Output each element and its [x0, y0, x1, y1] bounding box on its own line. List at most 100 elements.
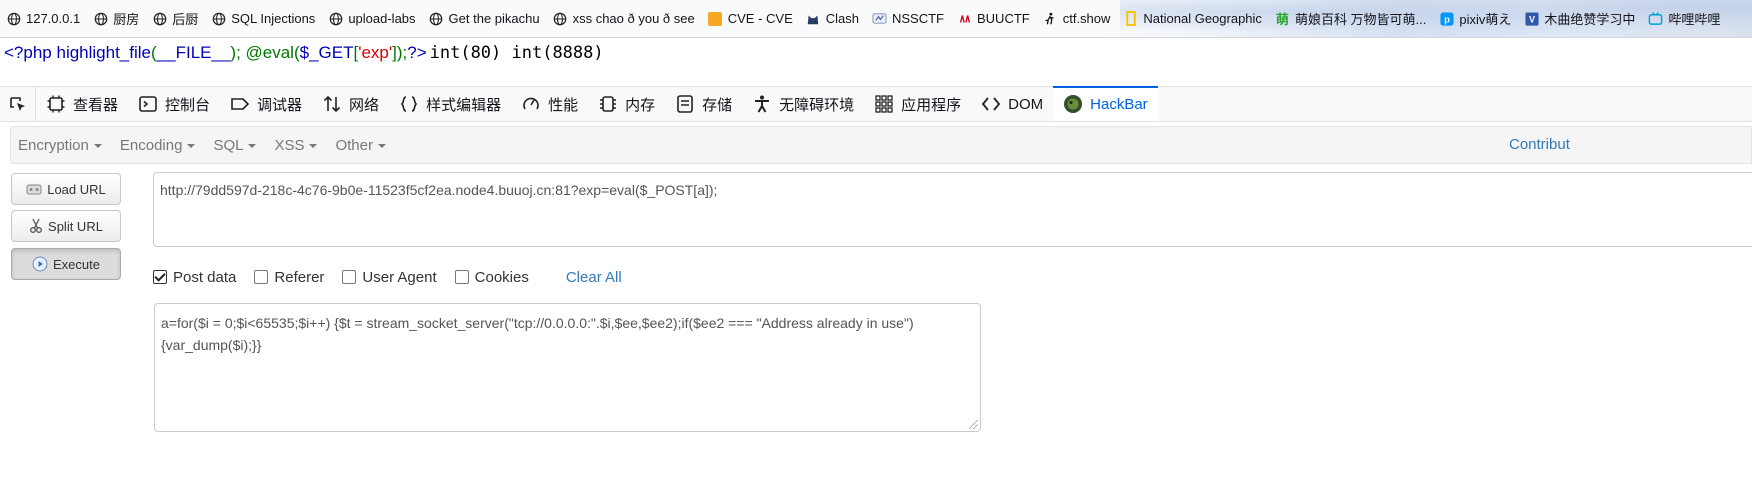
tab-debugger[interactable]: 调试器	[220, 87, 312, 121]
storage-icon	[677, 95, 693, 113]
bookmark-label: CVE - CVE	[727, 11, 793, 26]
php-get-variable: $_GET	[299, 43, 354, 62]
bookmark-pikachu[interactable]: Get the pikachu	[429, 7, 540, 31]
tab-dom[interactable]: DOM	[971, 87, 1053, 121]
bookmark-label: BUUCTF	[977, 11, 1030, 26]
tab-storage[interactable]: 存储	[665, 87, 742, 121]
option-label: Cookies	[474, 268, 529, 286]
post-data-value: a=for($i = 0;$i<65535;$i++) {$t = stream…	[161, 315, 914, 353]
menu-label: XSS	[274, 136, 305, 154]
button-label: Execute	[53, 256, 100, 272]
option-cookies[interactable]: Cookies	[454, 268, 529, 286]
bookmark-label: 萌娘百科 万物皆可萌...	[1294, 12, 1427, 27]
caret-down-icon	[309, 144, 318, 148]
referer-checkbox[interactable]	[254, 270, 269, 284]
bookmark-study[interactable]: V 木曲绝赞学习中	[1524, 7, 1635, 31]
tab-style-editor[interactable]: 样式编辑器	[389, 87, 511, 121]
bookmark-nssctf[interactable]: NSSCTF	[872, 7, 944, 31]
tab-label: 控制台	[165, 96, 211, 114]
contribute-link[interactable]: Contribut	[1509, 136, 1570, 153]
post-data-checkbox[interactable]	[153, 270, 167, 284]
menu-encryption[interactable]: Encryption	[11, 137, 113, 154]
bookmark-ctfshow[interactable]: ctf.show	[1043, 7, 1111, 31]
bookmark-kitchen[interactable]: 厨房	[93, 7, 139, 31]
resize-handle[interactable]	[969, 420, 978, 429]
buuctf-icon	[957, 11, 972, 26]
menu-label: Other	[335, 136, 373, 154]
bookmark-sql-injections[interactable]: SQL Injections	[211, 7, 315, 31]
menu-other[interactable]: Other	[328, 137, 397, 154]
caret-down-icon	[377, 144, 386, 148]
bookmark-xss[interactable]: xss chao ð you ð see	[553, 7, 695, 31]
url-textarea[interactable]: http://79dd597d-218c-4c76-9b0e-11523f5cf…	[153, 172, 1752, 247]
bookmark-label: 后厨	[172, 12, 199, 27]
pixiv-icon: p	[1439, 11, 1454, 26]
cookies-checkbox[interactable]	[454, 270, 469, 284]
php-eval-call: @eval(	[245, 43, 300, 62]
option-label: Referer	[274, 268, 325, 286]
debugger-icon	[231, 98, 250, 110]
performance-icon	[523, 97, 539, 110]
button-label: Split URL	[48, 218, 103, 234]
tab-label: HackBar	[1090, 95, 1148, 113]
tab-hackbar[interactable]: HackBar	[1053, 86, 1158, 121]
bookmark-moegirl[interactable]: 萌 萌娘百科 万物皆可萌...	[1275, 7, 1426, 31]
nssctf-icon	[872, 11, 887, 26]
globe-icon	[6, 11, 21, 26]
tab-network[interactable]: 网络	[312, 87, 389, 121]
bookmark-pixiv[interactable]: p pixiv萌え	[1439, 7, 1511, 31]
menu-label: Encoding	[119, 136, 183, 154]
moegirl-icon: 萌	[1275, 12, 1289, 27]
php-bracket-close: ]);	[392, 43, 408, 62]
bookmark-127-0-0-1[interactable]: 127.0.0.1	[6, 7, 80, 31]
globe-icon	[93, 11, 108, 26]
tab-console[interactable]: 控制台	[128, 87, 220, 121]
tab-memory[interactable]: 内存	[588, 87, 665, 121]
load-url-button[interactable]: Load URL	[11, 173, 121, 205]
memory-icon	[600, 96, 617, 112]
bookmark-back-kitchen[interactable]: 后厨	[152, 7, 198, 31]
scissors-icon	[30, 218, 42, 233]
menu-sql[interactable]: SQL	[206, 137, 267, 154]
bookmark-label: ctf.show	[1062, 11, 1111, 26]
bookmark-cve[interactable]: CVE - CVE	[708, 7, 793, 31]
execute-button[interactable]: Execute	[11, 248, 121, 280]
menu-xss[interactable]: XSS	[267, 137, 328, 154]
svg-text:p: p	[1444, 14, 1450, 25]
ctfshow-runner-icon	[1043, 11, 1058, 26]
cve-icon	[708, 11, 723, 26]
tab-inspector[interactable]: 查看器	[36, 87, 128, 121]
user-agent-checkbox[interactable]	[342, 270, 357, 284]
option-post-data[interactable]: Post data	[153, 269, 236, 286]
php-string-key: 'exp'	[358, 43, 393, 62]
option-label: User Agent	[362, 268, 437, 286]
bookmark-buuctf[interactable]: BUUCTF	[957, 7, 1030, 31]
tab-performance[interactable]: 性能	[511, 87, 588, 121]
bookmark-upload-labs[interactable]: upload-labs	[328, 7, 416, 31]
bookmark-clash[interactable]: Clash	[806, 7, 859, 31]
split-url-button[interactable]: Split URL	[11, 210, 121, 242]
tab-label: 性能	[548, 96, 579, 114]
element-picker-button[interactable]	[0, 87, 36, 121]
option-referer[interactable]: Referer	[254, 269, 324, 286]
menu-encoding[interactable]: Encoding	[113, 137, 207, 154]
globe-icon	[328, 11, 343, 26]
globe-icon	[429, 11, 444, 26]
option-user-agent[interactable]: User Agent	[342, 268, 437, 286]
bookmark-national-geographic[interactable]: National Geographic	[1123, 7, 1262, 31]
globe-icon	[152, 11, 167, 26]
post-data-textarea[interactable]: a=for($i = 0;$i<65535;$i++) {$t = stream…	[154, 303, 981, 432]
option-label: Post data	[173, 268, 237, 286]
bookmark-label: 厨房	[113, 12, 140, 27]
tab-label: 网络	[349, 96, 380, 114]
bookmark-label: 木曲绝赞学习中	[1544, 12, 1636, 27]
php-output: int(80) int(8888)	[429, 43, 604, 63]
tab-application[interactable]: 应用程序	[864, 87, 971, 121]
tab-label: DOM	[1008, 95, 1044, 113]
bookmark-bilibili[interactable]: 哔哩哔哩	[1648, 7, 1720, 31]
accessibility-icon	[755, 95, 770, 113]
caret-down-icon	[93, 144, 102, 148]
v-badge-icon: V	[1524, 11, 1539, 26]
clear-all-link[interactable]: Clear All	[566, 269, 622, 286]
tab-accessibility[interactable]: 无障碍环境	[742, 87, 864, 121]
